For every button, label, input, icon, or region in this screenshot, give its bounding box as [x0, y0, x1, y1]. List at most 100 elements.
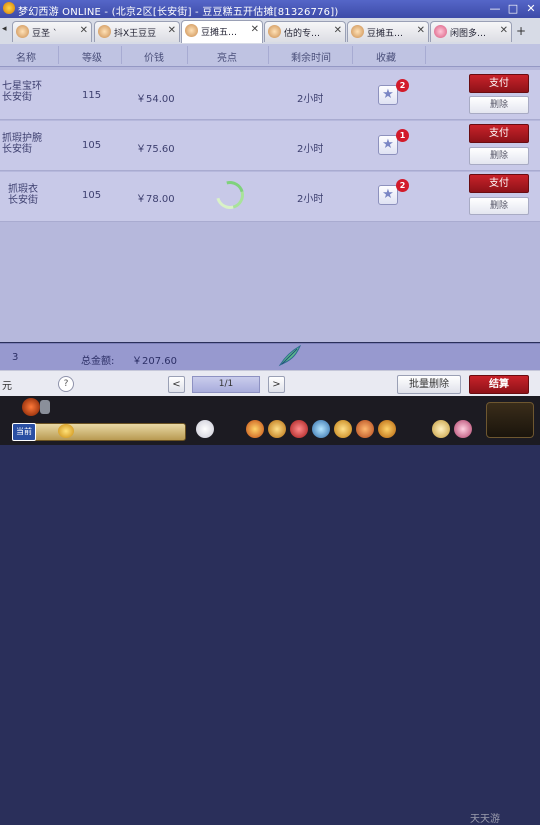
item-icon[interactable] — [290, 420, 308, 438]
maximize-button[interactable]: □ — [506, 2, 520, 15]
avatar-icon — [351, 25, 364, 38]
tab-4[interactable]: 估的专… ✕ — [264, 21, 346, 42]
item-level: 115 — [82, 90, 102, 101]
tab-scroll-left-icon[interactable]: ◂ — [2, 24, 7, 34]
item-icon[interactable] — [268, 420, 286, 438]
col-favorite: 收藏 — [376, 53, 396, 64]
item-server-line: 长安街 — [2, 92, 32, 103]
tab-2[interactable]: 抖X王豆豆 ✕ — [94, 21, 180, 42]
column-divider — [187, 46, 188, 64]
tab-close-icon[interactable]: ✕ — [251, 24, 259, 35]
tab-label: 闲图多… — [450, 29, 487, 39]
item-time: 2小时 — [297, 94, 324, 105]
tab-bar: ◂ 豆圣 ` ✕ 抖X王豆豆 ✕ 豆摊五… ✕ 估的专… ✕ 豆摊五… ✕ 闲图… — [0, 18, 540, 45]
emoji-icon[interactable] — [58, 424, 74, 438]
item-server-line: 长安街 — [2, 144, 32, 155]
item-time: 2小时 — [297, 194, 324, 205]
tab-close-icon[interactable]: ✕ — [168, 25, 176, 36]
chat-input[interactable] — [14, 423, 186, 441]
star-icon[interactable]: ★ — [378, 185, 398, 205]
avatar-icon — [98, 25, 111, 38]
batch-delete-button[interactable]: 批量删除 — [397, 375, 461, 394]
item-time: 2小时 — [297, 144, 324, 155]
item-icon[interactable] — [454, 420, 472, 438]
window-titlebar: 梦幻西游 ONLINE - (北京2区[长安街] - 豆豆糕五开估摊[81326… — [0, 0, 540, 18]
table-row[interactable]: 抓瑕护腕 长安街 105 ￥75.60 2小时 ★ 1 支付 删除 — [0, 121, 540, 171]
remove-button[interactable]: 删除 — [469, 96, 529, 114]
tab-close-icon[interactable]: ✕ — [500, 25, 508, 36]
pay-button[interactable]: 支付 — [469, 74, 529, 93]
currency-unit: 元 — [2, 381, 12, 392]
item-name-line: 抓瑕衣 — [8, 184, 38, 195]
tab-label: 豆摊五… — [367, 29, 404, 39]
item-icon[interactable] — [432, 420, 450, 438]
item-price: ￥75.60 — [136, 144, 175, 155]
item-icon[interactable] — [378, 420, 396, 438]
watermark: 天天游 — [470, 814, 500, 825]
settle-button[interactable]: 结算 — [469, 375, 529, 394]
tab-close-icon[interactable]: ✕ — [417, 25, 425, 36]
total-label: 总金额: — [81, 356, 115, 367]
tab-5[interactable]: 豆摊五… ✕ — [347, 21, 429, 42]
col-remaining-time: 剩余时间 — [291, 53, 331, 64]
item-price: ￥78.00 — [136, 194, 175, 205]
minimap-icon[interactable] — [486, 402, 534, 438]
table-header: 名称 等级 价钱 亮点 剩余时间 收藏 — [0, 44, 540, 67]
pet-icon[interactable] — [196, 420, 214, 438]
summary-bar: 3 总金额: ￥207.60 — [0, 343, 540, 371]
item-name: 七星宝环 长安街 — [2, 81, 42, 103]
remove-button[interactable]: 删除 — [469, 197, 529, 215]
table-row[interactable]: 抓瑕衣 长安街 105 ￥78.00 2小时 ★ 2 支付 删除 — [0, 172, 540, 222]
item-name: 抓瑕衣 长安街 — [8, 184, 38, 206]
new-tab-icon[interactable]: + — [516, 24, 526, 38]
page-indicator: 1/1 — [192, 376, 260, 393]
column-divider — [425, 46, 426, 64]
prev-page-button[interactable]: < — [168, 376, 185, 393]
figure-icon — [40, 400, 50, 414]
pager-bar: 元 ? < 1/1 > 批量删除 结算 — [0, 370, 540, 397]
item-count: 3 — [12, 352, 19, 363]
col-highlight: 亮点 — [217, 53, 237, 64]
favorite-count-badge: 2 — [396, 79, 409, 92]
item-name-line: 抓瑕护腕 — [2, 133, 42, 144]
col-name: 名称 — [16, 53, 36, 64]
current-channel-button[interactable]: 当前 — [12, 423, 36, 441]
tab-6[interactable]: 闲图多… ✕ — [430, 21, 512, 42]
item-price: ￥54.00 — [136, 94, 175, 105]
column-divider — [58, 46, 59, 64]
item-name: 抓瑕护腕 长安街 — [2, 133, 42, 155]
pay-button[interactable]: 支付 — [469, 174, 529, 193]
tab-1[interactable]: 豆圣 ` ✕ — [12, 21, 92, 42]
avatar-icon — [185, 24, 198, 37]
item-level: 105 — [82, 140, 102, 151]
item-icon[interactable] — [334, 420, 352, 438]
column-divider — [121, 46, 122, 64]
item-name-line: 七星宝环 — [2, 81, 42, 92]
item-icon[interactable] — [356, 420, 374, 438]
column-divider — [352, 46, 353, 64]
avatar-icon — [16, 25, 29, 38]
tab-close-icon[interactable]: ✕ — [80, 25, 88, 36]
item-icon[interactable] — [312, 420, 330, 438]
avatar-icon — [268, 25, 281, 38]
tab-close-icon[interactable]: ✕ — [334, 25, 342, 36]
minimize-button[interactable]: — — [488, 2, 502, 15]
feather-icon — [278, 344, 302, 367]
tab-3[interactable]: 豆摊五… ✕ — [181, 20, 263, 43]
pay-button[interactable]: 支付 — [469, 124, 529, 143]
star-icon[interactable]: ★ — [378, 85, 398, 105]
next-page-button[interactable]: > — [268, 376, 285, 393]
fire-icon[interactable] — [22, 398, 40, 416]
favorite-count-badge: 1 — [396, 129, 409, 142]
item-server-line: 长安街 — [8, 195, 38, 206]
star-icon[interactable]: ★ — [378, 135, 398, 155]
item-icon[interactable] — [246, 420, 264, 438]
table-row[interactable]: 七星宝环 长安街 115 ￥54.00 2小时 ★ 2 支付 删除 — [0, 70, 540, 120]
total-amount: ￥207.60 — [132, 356, 177, 367]
help-icon[interactable]: ? — [58, 376, 74, 392]
close-window-button[interactable]: ✕ — [524, 2, 538, 15]
remove-button[interactable]: 删除 — [469, 147, 529, 165]
tab-label: 豆圣 ` — [32, 29, 58, 39]
col-price: 价钱 — [144, 53, 164, 64]
column-divider — [268, 46, 269, 64]
